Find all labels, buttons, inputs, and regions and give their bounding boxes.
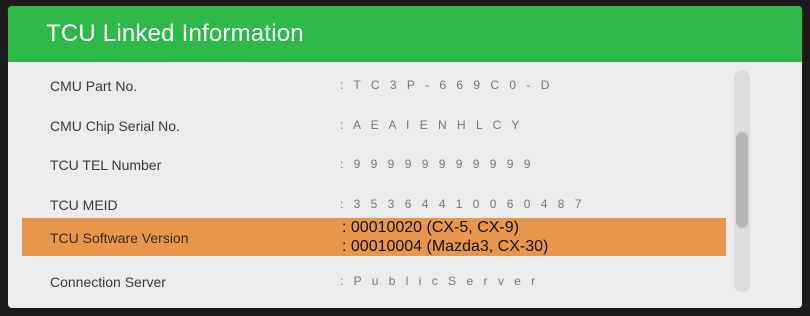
row-value: : 3 5 3 6 4 4 1 0 0 6 0 4 8 7	[340, 197, 585, 211]
page-title: TCU Linked Information	[46, 20, 304, 47]
software-version-line: : 00010020 (CX-5, CX-9)	[342, 219, 519, 236]
row-label: CMU Chip Serial No.	[50, 118, 180, 134]
tcu-info-screen: TCU Linked Information CMU Part No. : T …	[8, 6, 802, 308]
row-label: TCU TEL Number	[50, 157, 162, 173]
row-connection-server[interactable]: Connection Server : P u b l i c S e r v …	[22, 264, 730, 302]
row-value: : T C 3 P - 6 6 9 C 0 - D	[340, 78, 553, 92]
row-value: : A E A I E N H L C Y	[340, 118, 523, 132]
software-version-line: : 00010004 (Mazda3, CX-30)	[342, 238, 549, 255]
scrollbar[interactable]	[734, 70, 750, 292]
row-value: : 9 9 9 9 9 9 9 9 9 9 9	[340, 157, 534, 171]
row-cmu-part-no[interactable]: CMU Part No. : T C 3 P - 6 6 9 C 0 - D	[22, 68, 730, 106]
row-cmu-chip-serial[interactable]: CMU Chip Serial No. : A E A I E N H L C …	[22, 108, 730, 146]
row-tcu-software-version[interactable]: TCU Software Version : 00010020 (CX-5, C…	[22, 218, 726, 256]
row-label: Connection Server	[50, 274, 166, 290]
row-value: : P u b l i c S e r v e r	[340, 274, 539, 288]
row-label: TCU MEID	[50, 197, 118, 213]
software-version-values: : 00010020 (CX-5, CX-9) : 00010004 (Mazd…	[342, 218, 548, 256]
row-tcu-tel-number[interactable]: TCU TEL Number : 9 9 9 9 9 9 9 9 9 9 9	[22, 147, 730, 185]
header-bar: TCU Linked Information	[8, 6, 802, 62]
row-label: CMU Part No.	[50, 78, 138, 94]
scrollbar-thumb[interactable]	[736, 132, 748, 228]
row-label: TCU Software Version	[50, 230, 189, 246]
